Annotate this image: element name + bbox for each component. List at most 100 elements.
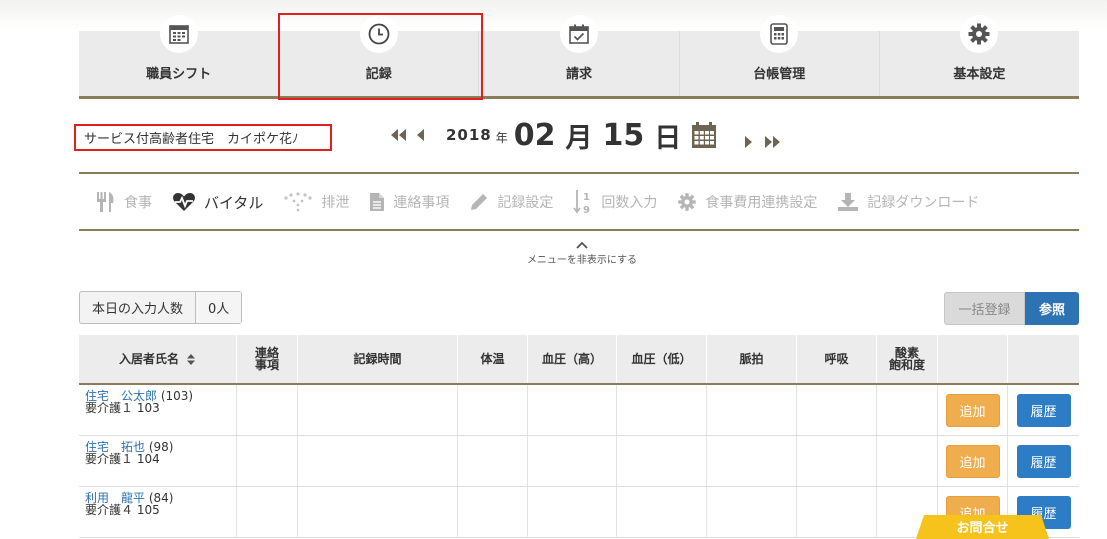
header-label: 入居者氏名 <box>118 352 179 366</box>
table-row: 住宅 公太郎 (103) 要介護１ 103 追加 履歴 <box>79 385 1079 436</box>
cell-contact <box>237 385 298 435</box>
resident-cell: 利用 龍平 (84) 要介護４ 105 <box>79 487 237 537</box>
pencil-icon <box>471 194 488 210</box>
cell-bp-low <box>617 436 707 486</box>
submenu-count-input[interactable]: 1 9 回数入力 <box>573 189 657 215</box>
cell-bp-high <box>528 436 617 486</box>
next-day-button[interactable] <box>743 135 753 149</box>
record-submenu: 食事 バイタル 排泄 連絡事項 記録設定 1 9 回数入力 食事費用連携設定 記録… <box>96 188 999 216</box>
cell-bp-low <box>617 487 707 537</box>
submenu-label: バイタル <box>204 193 264 212</box>
cell-history: 履歴 <box>1008 385 1079 435</box>
svg-text:9: 9 <box>583 205 590 215</box>
date-month-unit: 月 <box>565 122 593 154</box>
contact-tab[interactable]: お問合せ <box>916 515 1049 539</box>
tab-label: 職員シフト <box>146 67 212 82</box>
tab-label: 台帳管理 <box>753 67 806 82</box>
date-day-unit: 日 <box>654 122 682 154</box>
submenu-label: 食事費用連携設定 <box>705 195 818 211</box>
prev-month-button[interactable] <box>388 128 410 142</box>
cell-resp <box>797 385 877 435</box>
header-record-time: 記録時間 <box>298 335 458 383</box>
tab-staff-shift[interactable]: 職員シフト <box>79 15 280 96</box>
calendar-grid-icon <box>159 15 198 53</box>
resident-cell: 住宅 公太郎 (103) 要介護１ 103 <box>79 385 237 435</box>
resident-care-level: 要介護１ 103 <box>85 401 160 415</box>
resident-age: (103) <box>160 389 194 403</box>
vitals-table: 入居者氏名 連絡 事項 記録時間 体温 血圧（高） 血圧（低） 脈拍 呼吸 酸素… <box>79 335 1079 538</box>
calendar-icon[interactable] <box>691 121 717 149</box>
chevron-up-icon <box>576 241 588 249</box>
cell-time <box>298 385 458 435</box>
cell-pulse <box>707 487 797 537</box>
header-bp-high: 血圧（高） <box>528 335 617 383</box>
reference-button[interactable]: 参照 <box>1025 292 1079 325</box>
utensils-icon <box>97 192 114 212</box>
cell-bp-high <box>528 487 617 537</box>
calculator-icon <box>760 15 799 53</box>
history-button[interactable]: 履歴 <box>1016 393 1071 427</box>
submenu-label: 連絡事項 <box>393 195 450 211</box>
submenu-label: 食事 <box>124 195 152 211</box>
add-button[interactable]: 追加 <box>945 393 1000 427</box>
cell-pulse <box>707 385 797 435</box>
date-day: 15 <box>602 117 645 153</box>
gear-icon <box>678 193 697 211</box>
submenu-notes[interactable]: 連絡事項 <box>369 192 449 212</box>
submenu-record-download[interactable]: 記録ダウンロード <box>837 192 979 212</box>
tab-label: 基本設定 <box>953 67 1006 82</box>
clock-icon <box>359 15 398 53</box>
tab-label: 記録 <box>365 67 392 82</box>
header-spo2: 酸素 飽和度 <box>877 335 938 383</box>
counter-value: 0人 <box>195 292 242 323</box>
submenu-label: 回数入力 <box>601 195 658 211</box>
submenu-meal[interactable]: 食事 <box>96 191 152 213</box>
tab-ledger[interactable]: 台帳管理 <box>680 15 880 96</box>
cell-contact <box>237 436 298 486</box>
main-nav: 職員シフト 記録 請求 台帳管理 基本設定 <box>79 15 1079 99</box>
header-resident-name[interactable]: 入居者氏名 <box>79 335 237 383</box>
submenu-meal-cost-settings[interactable]: 食事費用連携設定 <box>677 192 817 212</box>
resident-care-level: 要介護４ 105 <box>85 503 160 517</box>
header-label: 飽和度 <box>888 358 925 372</box>
cell-temp <box>458 385 528 435</box>
cell-bp-low <box>617 385 707 435</box>
divider <box>79 229 1079 231</box>
header-temperature: 体温 <box>458 335 528 383</box>
heart-pulse-icon <box>173 193 195 211</box>
submenu-excretion[interactable]: 排泄 <box>283 192 349 212</box>
submenu-record-settings[interactable]: 記録設定 <box>469 192 553 212</box>
date-year-unit: 年 <box>495 130 508 145</box>
facility-select[interactable]: サービス付高齢者住宅 カイポケ花ﾉ <box>74 124 332 151</box>
next-month-button[interactable] <box>761 135 783 149</box>
gear-icon <box>960 15 999 53</box>
prev-day-button[interactable] <box>416 128 426 142</box>
add-button[interactable]: 追加 <box>945 444 1000 478</box>
cell-time <box>298 487 458 537</box>
tab-basic-settings[interactable]: 基本設定 <box>880 15 1079 96</box>
bulk-register-button[interactable]: 一括登録 <box>944 292 1025 325</box>
cell-history: 履歴 <box>1008 436 1079 486</box>
resident-cell: 住宅 拓也 (98) 要介護１ 104 <box>79 436 237 486</box>
cell-temp <box>458 436 528 486</box>
hide-menu-toggle[interactable]: メニューを非表示にする <box>500 241 664 266</box>
cell-resp <box>797 436 877 486</box>
cell-time <box>298 436 458 486</box>
history-button[interactable]: 履歴 <box>1016 444 1071 478</box>
tab-records[interactable]: 記録 <box>279 15 480 96</box>
submenu-label: 排泄 <box>321 195 350 211</box>
tab-billing[interactable]: 請求 <box>479 15 680 96</box>
hide-menu-label: メニューを非表示にする <box>526 255 638 266</box>
header-respiration: 呼吸 <box>797 335 877 383</box>
table-header: 入居者氏名 連絡 事項 記録時間 体温 血圧（高） 血圧（低） 脈拍 呼吸 酸素… <box>79 335 1079 385</box>
date-navigator: 2018 年 02 月 15 日 <box>388 115 783 155</box>
table-row: 住宅 拓也 (98) 要介護１ 104 追加 履歴 <box>79 436 1079 487</box>
header-history <box>1008 335 1079 383</box>
submenu-vital[interactable]: バイタル <box>172 192 263 213</box>
header-label: 事項 <box>254 358 279 372</box>
cell-contact <box>237 487 298 537</box>
counter-label: 本日の入力人数 <box>92 302 184 317</box>
header-pulse: 脈拍 <box>707 335 797 383</box>
tab-label: 請求 <box>566 67 593 82</box>
svg-text:1: 1 <box>583 192 590 203</box>
